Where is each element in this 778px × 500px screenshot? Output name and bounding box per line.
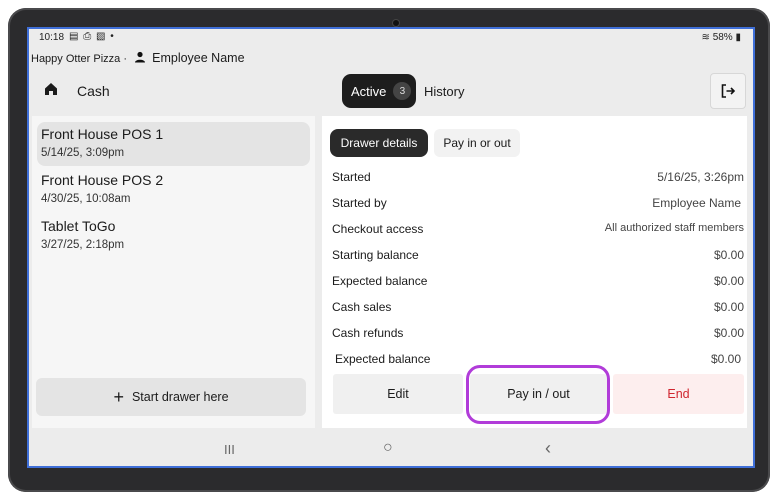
detail-label: Started <box>332 170 371 184</box>
detail-label: Cash sales <box>332 300 392 314</box>
detail-row-cash-sales: Cash sales $0.00 <box>332 298 744 318</box>
detail-row-expected-balance-total: Expected balance $0.00 <box>335 350 741 370</box>
drawer-date: 3/27/25, 2:18pm <box>41 239 125 251</box>
start-drawer-label: Start drawer here <box>131 390 229 404</box>
detail-value: $0.00 <box>710 352 741 366</box>
detail-label: Checkout access <box>332 222 424 236</box>
exit-button[interactable] <box>710 73 746 109</box>
active-count-badge: 3 <box>393 82 412 100</box>
detail-value: 5/16/25, 3:26pm <box>657 170 744 184</box>
drawer-name: Tablet ToGo <box>41 218 116 234</box>
logout-icon <box>721 84 736 98</box>
detail-value: $0.00 <box>713 274 744 288</box>
drawer-item-front-house-pos-1[interactable]: Front House POS 1 5/14/25, 3:09pm <box>37 122 310 166</box>
detail-label: Expected balance <box>335 352 431 366</box>
drawer-list-panel: Front House POS 1 5/14/25, 3:09pm Front … <box>32 116 315 428</box>
start-drawer-button[interactable]: + Start drawer here <box>36 378 306 416</box>
app-info: Happy Otter Pizza · Employee Name <box>31 51 245 67</box>
tab-drawer-details[interactable]: Drawer details <box>330 129 428 157</box>
detail-value: $0.00 <box>713 300 744 314</box>
detail-label: Starting balance <box>332 248 419 262</box>
edit-button[interactable]: Edit <box>333 374 463 414</box>
plus-icon: + <box>113 387 124 407</box>
pay-in-out-button[interactable]: Pay in / out <box>470 374 607 414</box>
drawer-name: Front House POS 1 <box>41 126 164 142</box>
battery-percent: 58% <box>712 32 733 43</box>
tab-history[interactable]: History <box>424 84 464 99</box>
status-bar: 10:18 ▤ ⎙ ▧ • ≋ 58% ▮ <box>29 29 753 47</box>
battery-status: ≋ 58% ▮ <box>702 32 741 43</box>
battery-icon: ▮ <box>735 32 741 43</box>
end-button[interactable]: End <box>613 374 744 414</box>
detail-row-checkout-access: Checkout access All authorized staff mem… <box>332 220 744 240</box>
recents-icon[interactable]: III <box>224 442 235 457</box>
home-nav-icon[interactable]: ○ <box>383 439 393 457</box>
notification-icons: ▤ ⎙ ▧ • <box>69 31 115 42</box>
detail-label: Started by <box>332 196 387 210</box>
drawer-details-panel: Drawer details Pay in or out Started 5/1… <box>322 116 747 428</box>
detail-value: $0.00 <box>713 326 744 340</box>
status-time: 10:18 <box>39 32 65 43</box>
tab-active[interactable]: Active 3 <box>342 74 416 108</box>
detail-row-started-by: Started by Employee Name <box>332 194 744 214</box>
detail-row-expected-balance: Expected balance $0.00 <box>332 272 744 292</box>
drawer-name: Front House POS 2 <box>41 172 164 188</box>
detail-value: $0.00 <box>713 248 744 262</box>
business-name: Happy Otter Pizza <box>31 53 121 65</box>
employee-name: Employee Name <box>152 51 245 65</box>
drawer-date: 5/14/25, 3:09pm <box>41 147 125 159</box>
person-icon <box>135 51 146 63</box>
drawer-item-tablet-togo[interactable]: Tablet ToGo 3/27/25, 2:18pm <box>37 214 310 258</box>
tab-pay-in-or-out[interactable]: Pay in or out <box>434 129 520 157</box>
drawer-item-front-house-pos-2[interactable]: Front House POS 2 4/30/25, 10:08am <box>37 168 310 212</box>
screen: 10:18 ▤ ⎙ ▧ • ≋ 58% ▮ Happy Otter Pizza … <box>27 27 755 468</box>
drawer-actions: Edit Pay in / out End <box>330 374 744 418</box>
page-title: Cash <box>77 83 110 99</box>
home-icon[interactable] <box>43 81 59 97</box>
front-camera <box>393 20 399 26</box>
back-icon[interactable]: ‹ <box>545 438 551 459</box>
detail-value: All authorized staff members <box>604 222 744 234</box>
detail-row-cash-refunds: Cash refunds $0.00 <box>332 324 744 344</box>
separator: · <box>123 53 127 65</box>
detail-label: Cash refunds <box>332 326 404 340</box>
drawer-date: 4/30/25, 10:08am <box>41 193 131 205</box>
detail-row-starting-balance: Starting balance $0.00 <box>332 246 744 266</box>
system-nav-bar: III ○ ‹ <box>29 434 753 466</box>
wifi-icon: ≋ <box>701 32 710 43</box>
top-bar: Cash Active 3 History <box>29 69 753 113</box>
detail-value: Employee Name <box>652 196 741 210</box>
tab-active-label: Active <box>351 83 387 99</box>
detail-row-started: Started 5/16/25, 3:26pm <box>332 168 744 188</box>
detail-label: Expected balance <box>332 274 428 288</box>
